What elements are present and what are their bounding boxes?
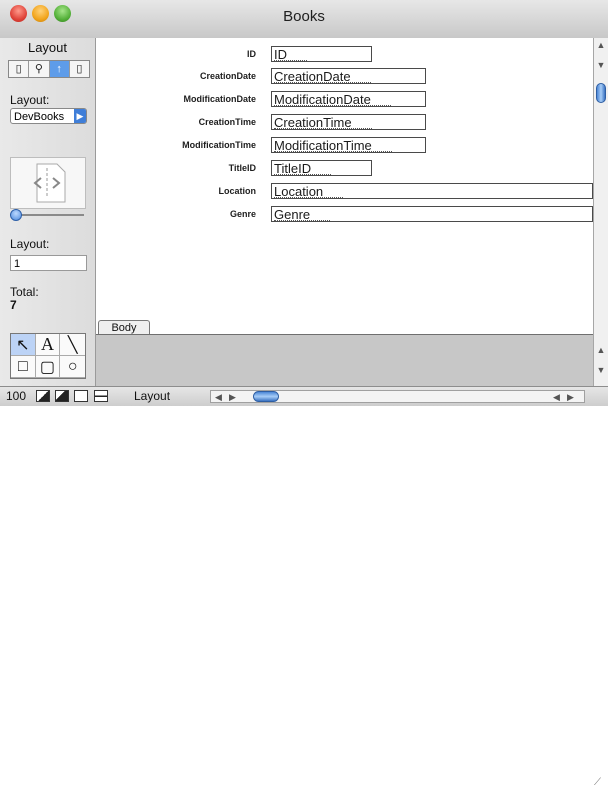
mode-popup[interactable]: Layout	[134, 389, 170, 403]
field-label: ModificationDate	[183, 94, 256, 104]
empty-layout-area	[96, 335, 593, 386]
tool-palette: ↖ A ╲ □ ▢ ○	[10, 333, 86, 379]
field-row: Location Location	[96, 183, 593, 201]
oval-tool-icon[interactable]: ○	[60, 356, 85, 378]
status-area-panel: Layout ▯ ⚲ ↑ ▯ Layout: DevBooks ▶ Layout…	[0, 38, 96, 386]
field-row: ID ID	[96, 46, 593, 64]
preview-mode-icon[interactable]: ▯	[70, 61, 89, 77]
scroll-down-icon[interactable]: ▼	[594, 365, 608, 375]
browse-mode-icon[interactable]: ▯	[9, 61, 30, 77]
field-row: CreationTime CreationTime	[96, 114, 593, 132]
horizontal-scrollbar[interactable]: ◀ ▶ ◀ ▶	[210, 390, 585, 403]
layout-field[interactable]: CreationDate	[271, 68, 426, 84]
record-number-field[interactable]: 1	[10, 255, 87, 271]
field-row: CreationDate CreationDate	[96, 68, 593, 86]
layout-field[interactable]: ID	[271, 46, 372, 62]
rounded-rect-tool-icon[interactable]: ▢	[35, 356, 61, 378]
layout-book-icon[interactable]	[10, 157, 86, 209]
field-name-text: Genre	[274, 207, 331, 222]
window-title: Books	[283, 8, 325, 25]
window-titlebar: Books	[0, 0, 608, 39]
mode-selector: ▯ ⚲ ↑ ▯	[8, 60, 90, 78]
field-name-text: CreationTime	[274, 115, 371, 130]
layout-canvas[interactable]: ID ID CreationDate CreationDate Modifica…	[96, 38, 593, 338]
find-mode-icon[interactable]: ⚲	[29, 61, 50, 77]
part-label-toggle-icon[interactable]	[94, 390, 108, 402]
field-name-text: TitleID	[274, 161, 332, 176]
layout-field[interactable]: Genre	[271, 206, 593, 222]
layout-popup-value: DevBooks	[14, 111, 65, 123]
body-part-tab[interactable]: Body	[98, 320, 150, 335]
field-name-text: Location	[274, 184, 344, 199]
layout-field[interactable]: TitleID	[271, 160, 372, 176]
layout-slider[interactable]	[10, 208, 84, 222]
field-label: CreationTime	[198, 117, 256, 127]
layout-field[interactable]: Location	[271, 183, 593, 199]
layout-field[interactable]: ModificationTime	[271, 137, 426, 153]
scroll-left-icon[interactable]: ◀	[215, 391, 222, 403]
scroll-up-icon[interactable]: ▲	[594, 345, 608, 355]
field-label: Genre	[229, 209, 256, 219]
layout-mode-icon[interactable]: ↑	[49, 61, 70, 77]
vertical-scrollbar[interactable]: ▲ ▼ ▲ ▼	[593, 38, 608, 386]
layout-popup[interactable]: DevBooks ▶	[10, 108, 87, 124]
field-row: ModificationTime ModificationTime	[96, 137, 593, 155]
text-tool-icon[interactable]: A	[35, 334, 61, 356]
vertical-scroll-thumb[interactable]	[596, 83, 606, 103]
layout-label: Layout:	[10, 93, 50, 107]
slider-knob[interactable]	[10, 209, 22, 221]
line-tool-icon[interactable]: ╲	[60, 334, 85, 356]
resize-grip-icon[interactable]: ⟋	[594, 777, 601, 788]
rectangle-tool-icon[interactable]: □	[11, 356, 36, 378]
layout-field[interactable]: CreationTime	[271, 114, 426, 130]
field-row: TitleID TitleID	[96, 160, 593, 178]
popup-arrow-icon: ▶	[74, 109, 86, 123]
field-name-text: ModificationTime	[274, 138, 392, 153]
record-label: Layout:	[10, 237, 50, 251]
scroll-down-icon[interactable]: ▼	[594, 60, 608, 70]
layout-field[interactable]: ModificationDate	[271, 91, 426, 107]
pointer-tool-icon[interactable]: ↖	[11, 334, 36, 356]
status-bar: 100 Layout ◀ ▶ ◀ ▶ ⟋	[0, 386, 608, 788]
field-label: ID	[247, 49, 256, 59]
scroll-right-icon[interactable]: ▶	[567, 391, 574, 403]
field-label: TitleID	[228, 163, 256, 173]
field-label: ModificationTime	[182, 140, 256, 150]
scroll-up-icon[interactable]: ▲	[594, 40, 608, 50]
field-name-text: CreationDate	[274, 69, 371, 84]
tools-heading: Layout	[27, 40, 68, 55]
scroll-left-icon[interactable]: ◀	[553, 391, 560, 403]
zoom-in-icon[interactable]	[55, 390, 69, 402]
horizontal-scroll-thumb[interactable]	[253, 391, 279, 402]
scroll-right-icon[interactable]: ▶	[229, 391, 236, 403]
total-label: Total:	[10, 285, 39, 299]
status-area-toggle-icon[interactable]	[74, 390, 88, 402]
slider-track	[16, 214, 84, 216]
field-row: ModificationDate ModificationDate	[96, 91, 593, 109]
zoom-level[interactable]: 100	[6, 389, 26, 403]
field-label: Location	[218, 186, 257, 196]
field-name-text: ID	[274, 47, 307, 62]
total-value: 7	[10, 298, 17, 312]
zoom-mountains-icon[interactable]	[36, 390, 50, 402]
field-label: CreationDate	[199, 71, 256, 81]
field-name-text: ModificationDate	[274, 92, 391, 107]
field-row: Genre Genre	[96, 206, 593, 224]
